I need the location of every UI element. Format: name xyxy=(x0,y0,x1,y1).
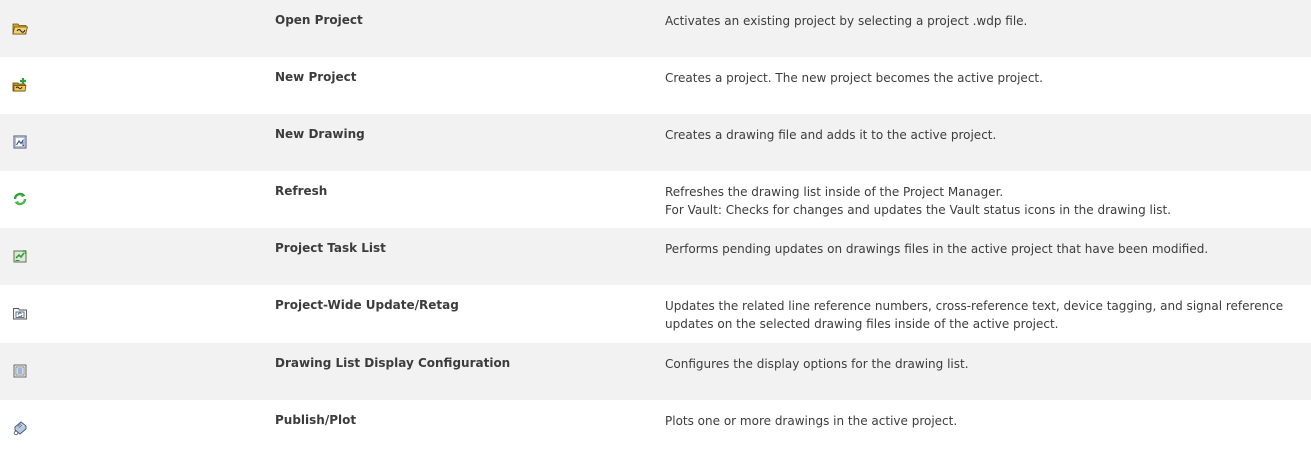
table-row: Open Project Activates an existing proje… xyxy=(0,0,1311,57)
table-row: Publish/Plot Plots one or more drawings … xyxy=(0,400,1311,457)
command-name: New Drawing xyxy=(275,127,365,141)
table-row: Refresh Refreshes the drawing list insid… xyxy=(0,171,1311,228)
command-description: Creates a project. The new project becom… xyxy=(665,71,1043,85)
command-description: Creates a drawing file and adds it to th… xyxy=(665,128,997,142)
command-description: Activates an existing project by selecti… xyxy=(665,14,1028,28)
command-name: Project-Wide Update/Retag xyxy=(275,298,459,312)
command-name: Publish/Plot xyxy=(275,413,357,427)
display-config-icon xyxy=(12,363,28,379)
command-name: Project Task List xyxy=(275,241,386,255)
command-name: Refresh xyxy=(275,184,328,198)
command-description: Plots one or more drawings in the active… xyxy=(665,414,958,428)
command-table: Open Project Activates an existing proje… xyxy=(0,0,1311,457)
table-row: New Drawing Creates a drawing file and a… xyxy=(0,114,1311,171)
publish-plot-icon xyxy=(12,420,28,436)
open-folder-icon xyxy=(12,20,28,36)
project-update-icon xyxy=(12,305,28,321)
table-row: Project Task List Performs pending updat… xyxy=(0,228,1311,285)
task-list-icon xyxy=(12,248,28,264)
table-row: New Project Creates a project. The new p… xyxy=(0,57,1311,114)
command-name: Open Project xyxy=(275,13,363,27)
new-drawing-icon xyxy=(12,134,28,150)
table-row: Project-Wide Update/Retag Updates the re… xyxy=(0,285,1311,343)
command-description: Updates the related line reference numbe… xyxy=(665,299,1284,331)
command-description: Refreshes the drawing list inside of the… xyxy=(665,185,1171,217)
command-name: New Project xyxy=(275,70,357,84)
refresh-icon xyxy=(12,191,28,207)
command-name: Drawing List Display Configuration xyxy=(275,356,511,370)
command-description: Configures the display options for the d… xyxy=(665,357,969,371)
table-row: Drawing List Display Configuration Confi… xyxy=(0,343,1311,400)
new-project-icon xyxy=(12,77,28,93)
command-description: Performs pending updates on drawings fil… xyxy=(665,242,1209,256)
